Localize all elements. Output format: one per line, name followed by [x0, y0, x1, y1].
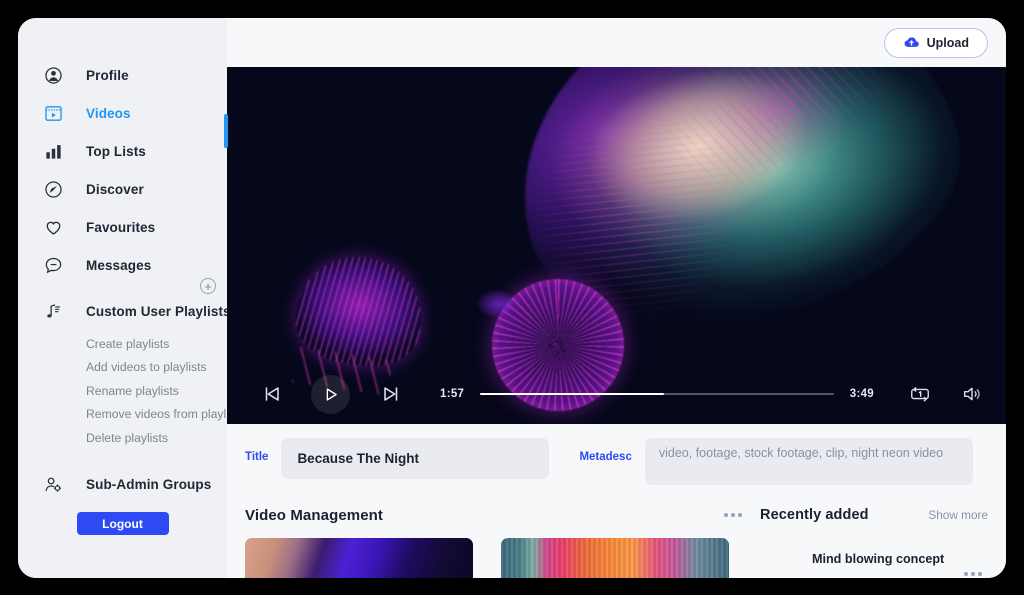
video-thumbnail-list — [245, 538, 746, 578]
video-thumbnail-2[interactable] — [501, 538, 729, 578]
sidebar-item-label: Sub-Admin Groups — [86, 477, 212, 492]
sidebar-item-label: Videos — [86, 105, 131, 121]
sidebar-subitem-remove-videos-from-playlists[interactable]: Remove videos from playlists — [18, 403, 245, 427]
cloud-upload-icon — [903, 34, 920, 51]
more-options-icon[interactable] — [960, 568, 986, 578]
active-nav-indicator — [224, 114, 228, 148]
show-more-link[interactable]: Show more — [928, 508, 988, 522]
more-options-icon[interactable] — [720, 509, 746, 521]
volume-icon[interactable] — [960, 382, 984, 406]
sidebar-item-sub-admin-groups[interactable]: Sub-Admin Groups — [18, 466, 227, 504]
sidebar-item-label: Top Lists — [86, 143, 146, 159]
jellyfish-small-left-graphic — [290, 248, 429, 396]
recently-added-panel: Recently added Show more Mind blowing co… — [760, 496, 988, 578]
list-item-title: Mind blowing concept — [812, 552, 945, 566]
metadesc-field-group: Metadesc — [579, 438, 973, 485]
sidebar-item-messages[interactable]: Messages — [18, 246, 227, 284]
sidebar-item-custom-user-playlists[interactable]: Custom User Playlists + — [18, 278, 231, 330]
sidebar-item-label: Favourites — [86, 219, 156, 235]
video-controls-bar: 1:57 3:49 — [227, 364, 1006, 424]
recently-added-title: Recently added — [760, 507, 869, 523]
logout-button[interactable]: Logout — [76, 512, 169, 535]
topbar: Upload — [227, 18, 1006, 67]
skip-previous-icon[interactable] — [259, 381, 285, 407]
sidebar-item-discover[interactable]: Discover — [18, 170, 227, 208]
sidebar-subitem-delete-playlists[interactable]: Delete playlists — [18, 426, 227, 450]
profile-icon — [42, 64, 64, 86]
sidebar-item-top-lists[interactable]: Top Lists — [18, 132, 227, 170]
heart-icon — [42, 216, 64, 238]
metadata-form: Title Metadesc — [227, 424, 1006, 496]
sidebar-item-profile[interactable]: Profile — [18, 56, 227, 94]
sidebar-item-favourites[interactable]: Favourites — [18, 208, 227, 246]
sidebar-item-label: Profile — [86, 67, 129, 83]
main-content: Upload 1:57 3:49 Title Because The Night… — [227, 18, 1006, 578]
title-field-group: Title — [245, 438, 550, 479]
logout-container: Logout — [18, 512, 227, 535]
repeat-one-icon[interactable] — [908, 382, 932, 406]
duration-label: 3:49 — [849, 388, 874, 400]
sidebar-item-label: Discover — [86, 181, 144, 197]
sidebar-subitem-rename-playlists[interactable]: Rename playlists — [18, 379, 227, 403]
progress-bar[interactable] — [480, 393, 834, 395]
progress-bar-fill — [480, 393, 665, 395]
plus-circle-icon[interactable]: + — [200, 278, 216, 294]
video-thumbnail-1[interactable] — [245, 538, 473, 578]
playlist-sub-items: Create playlists Add videos to playlists… — [18, 332, 245, 450]
sidebar-item-label: Messages — [86, 257, 152, 273]
metadesc-input[interactable] — [644, 438, 973, 485]
chat-bubble-icon — [42, 254, 64, 276]
current-time-label: 1:57 — [440, 388, 465, 400]
metadesc-label: Metadesc — [579, 451, 632, 463]
sidebar-item-label: Custom User Playlists — [86, 303, 231, 319]
bottom-panels: Video Management Recently added Show mor… — [227, 496, 1006, 578]
recently-added-header: Recently added Show more — [760, 496, 988, 534]
page-title: Video Management — [245, 506, 384, 524]
video-management-header: Video Management — [245, 496, 746, 534]
avatar — [760, 540, 798, 578]
sidebar-subitem-create-playlists[interactable]: Create playlists — [18, 332, 227, 356]
bar-chart-icon — [42, 140, 64, 162]
compass-icon — [42, 178, 64, 200]
play-icon[interactable] — [311, 374, 350, 414]
video-icon — [42, 102, 64, 124]
sidebar-item-videos[interactable]: Videos — [18, 94, 227, 132]
video-player[interactable]: 1:57 3:49 — [227, 67, 1006, 424]
video-management-panel: Video Management — [245, 496, 746, 578]
music-note-icon — [42, 300, 64, 322]
list-item[interactable]: Mind blowing concept — [760, 540, 988, 578]
upload-button[interactable]: Upload — [883, 27, 988, 58]
skip-next-icon[interactable] — [378, 381, 404, 407]
app-window: Profile Videos Top Lists Discover Favour… — [18, 18, 1006, 578]
sidebar-subitem-add-videos-to-playlists[interactable]: Add videos to playlists — [18, 356, 227, 380]
title-input[interactable] — [281, 438, 550, 479]
sidebar: Profile Videos Top Lists Discover Favour… — [18, 18, 245, 578]
user-gear-icon — [42, 474, 64, 496]
upload-button-label: Upload — [926, 35, 969, 50]
title-label: Title — [245, 451, 269, 463]
